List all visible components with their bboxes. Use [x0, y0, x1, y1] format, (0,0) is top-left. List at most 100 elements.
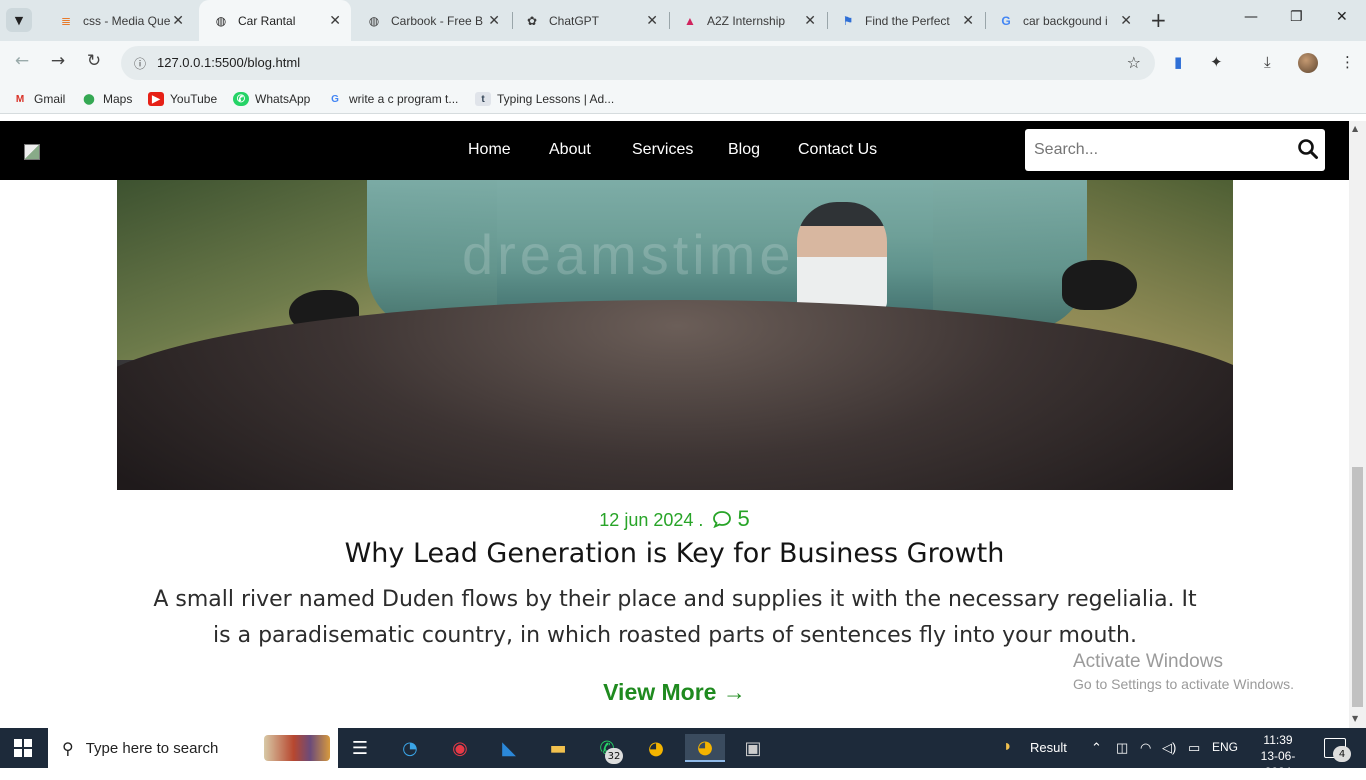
- search-icon[interactable]: [1297, 138, 1319, 160]
- close-icon[interactable]: ✕: [329, 13, 341, 27]
- comment-count: 5: [737, 506, 750, 531]
- vscode-icon[interactable]: ◣: [489, 734, 529, 762]
- close-icon[interactable]: ✕: [962, 13, 974, 27]
- system-clock[interactable]: 11:39 13-06-2024: [1252, 732, 1304, 780]
- tab-car-rantal[interactable]: ◍ Car Rantal ✕: [199, 0, 351, 41]
- typing-icon: t: [475, 92, 491, 106]
- download-icon[interactable]: ⤓: [1264, 53, 1271, 71]
- language-indicator[interactable]: ENG: [1212, 740, 1238, 754]
- hero-car-hood: [117, 300, 1233, 490]
- minimize-button[interactable]: —: [1244, 9, 1258, 25]
- hero-watermark: dreamstime: [462, 223, 795, 286]
- extension-doc-icon[interactable]: ▮: [1174, 53, 1182, 71]
- task-view-icon[interactable]: ☰: [340, 734, 380, 762]
- stack-overflow-icon: ≣: [60, 13, 72, 28]
- maps-icon: ⬤: [83, 93, 95, 105]
- windows-start-icon[interactable]: [14, 739, 32, 757]
- taskbar-search-box[interactable]: ⚲ Type here to search: [48, 728, 338, 768]
- volume-icon[interactable]: ◁): [1162, 740, 1176, 756]
- nav-blog[interactable]: Blog: [728, 141, 760, 159]
- address-bar[interactable]: ⓘ 127.0.0.1:5500/blog.html ☆: [121, 46, 1155, 80]
- bookmark-youtube[interactable]: ▶ YouTube: [148, 92, 217, 106]
- close-icon[interactable]: ✕: [172, 13, 184, 27]
- post-title[interactable]: Why Lead Generation is Key for Business …: [0, 538, 1349, 569]
- post-meta-separator: .: [698, 510, 704, 530]
- bookmark-typing-lessons[interactable]: t Typing Lessons | Ad...: [475, 92, 614, 106]
- new-tab-button[interactable]: +: [1150, 8, 1167, 32]
- scroll-up-arrow-icon[interactable]: ▲: [1352, 124, 1358, 133]
- weather-label[interactable]: Result: [1030, 740, 1067, 755]
- tab-chatgpt[interactable]: ✿ ChatGPT ✕: [510, 0, 668, 41]
- tab-find-the-perfect[interactable]: ⚑ Find the Perfect ✕: [826, 0, 984, 41]
- close-icon[interactable]: ✕: [1120, 13, 1132, 27]
- close-icon[interactable]: ✕: [488, 13, 500, 27]
- forward-button[interactable]: →: [46, 51, 70, 71]
- tab-a2z-internship[interactable]: ▲ A2Z Internship ✕: [668, 0, 826, 41]
- edge-icon[interactable]: ◔: [390, 734, 430, 762]
- blog-post-hero-image: dreamstime: [117, 180, 1233, 490]
- google-icon: G: [1001, 13, 1011, 28]
- nav-about[interactable]: About: [549, 141, 591, 159]
- site-navbar: Home About Services Blog Contact Us: [0, 121, 1349, 180]
- chrome-icon[interactable]: ◕: [636, 734, 676, 762]
- flag-icon: ⚑: [842, 13, 854, 28]
- windows-taskbar: ⚲ Type here to search ☰ ◔ ◉ ◣ ▬ ✆ 32 ◕ ◕…: [0, 728, 1366, 779]
- back-button[interactable]: ←: [10, 51, 34, 71]
- clock-time: 11:39: [1263, 733, 1293, 747]
- reload-button[interactable]: ↻: [82, 51, 106, 71]
- bookmark-whatsapp[interactable]: ✆ WhatsApp: [233, 92, 310, 106]
- hero-mirror-right: [1062, 260, 1137, 310]
- site-logo-broken-image[interactable]: [24, 144, 40, 160]
- weather-icon[interactable]: ◗: [1003, 738, 1013, 756]
- scrollbar-thumb[interactable]: [1352, 467, 1363, 707]
- whatsapp-taskbar-icon[interactable]: ✆ 32: [587, 734, 627, 764]
- close-icon[interactable]: ✕: [804, 13, 816, 27]
- post-date: 12 jun 2024: [599, 510, 694, 530]
- comment-icon: [713, 511, 732, 528]
- tab-car-background[interactable]: G car backgound i ✕: [984, 0, 1142, 41]
- site-info-icon[interactable]: ⓘ: [129, 52, 151, 74]
- activate-windows-subtitle: Go to Settings to activate Windows.: [1073, 676, 1294, 692]
- search-icon: ⚲: [62, 738, 74, 758]
- a2z-icon: ▲: [684, 13, 696, 28]
- restore-button[interactable]: ❐: [1290, 9, 1303, 25]
- close-icon[interactable]: ✕: [646, 13, 658, 27]
- terminal-icon[interactable]: ▣: [733, 734, 773, 762]
- screen-recorder-icon[interactable]: ◉: [440, 734, 480, 762]
- bookmarks-bar: M Gmail ⬤ Maps ▶ YouTube ✆ WhatsApp G wr…: [0, 85, 1366, 114]
- wifi-icon[interactable]: ◠: [1140, 740, 1151, 756]
- search-highlight-art: [264, 735, 330, 761]
- meet-now-icon[interactable]: ◫: [1116, 740, 1128, 756]
- close-window-button[interactable]: ✕: [1336, 9, 1348, 25]
- nav-contact-us[interactable]: Contact Us: [798, 141, 877, 159]
- url-text[interactable]: 127.0.0.1:5500/blog.html: [157, 55, 300, 70]
- bookmark-c-program[interactable]: G write a c program t...: [327, 92, 458, 106]
- gmail-icon: M: [15, 93, 25, 105]
- chatgpt-icon: ✿: [526, 13, 538, 28]
- profile-avatar[interactable]: [1298, 53, 1318, 73]
- chevron-up-icon[interactable]: ⌃: [1091, 740, 1102, 756]
- site-search-input[interactable]: [1025, 129, 1325, 171]
- post-excerpt: A small river named Duden flows by their…: [153, 587, 1197, 648]
- scroll-down-arrow-icon[interactable]: ▼: [1352, 714, 1358, 723]
- tab-css-media-queries[interactable]: ≣ css - Media Que ✕: [44, 0, 194, 41]
- bookmark-maps[interactable]: ⬤ Maps: [81, 92, 132, 106]
- activate-windows-title: Activate Windows: [1073, 651, 1223, 672]
- nav-services[interactable]: Services: [632, 141, 693, 159]
- extensions-puzzle-icon[interactable]: ✦: [1210, 53, 1223, 71]
- battery-icon[interactable]: ▭: [1188, 740, 1200, 756]
- bookmark-star-icon[interactable]: ☆: [1127, 53, 1141, 72]
- nav-home[interactable]: Home: [468, 141, 511, 159]
- browser-toolbar: ← → ↻ ⓘ 127.0.0.1:5500/blog.html ☆ ▮ ✦ ⤓…: [0, 41, 1366, 85]
- chrome-active-icon[interactable]: ◕: [685, 734, 725, 762]
- notification-count-badge: 4: [1333, 746, 1351, 762]
- post-meta: 12 jun 2024 . 5: [0, 506, 1349, 532]
- youtube-icon: ▶: [148, 92, 164, 106]
- globe-icon: ◍: [215, 13, 227, 28]
- kebab-menu-icon[interactable]: ⋮: [1340, 53, 1355, 71]
- tab-search-button[interactable]: ▼: [6, 8, 32, 32]
- bookmark-gmail[interactable]: M Gmail: [12, 92, 66, 106]
- notification-center-icon[interactable]: 4: [1324, 738, 1351, 762]
- file-explorer-icon[interactable]: ▬: [538, 734, 578, 762]
- tab-carbook[interactable]: ◍ Carbook - Free B ✕: [352, 0, 510, 41]
